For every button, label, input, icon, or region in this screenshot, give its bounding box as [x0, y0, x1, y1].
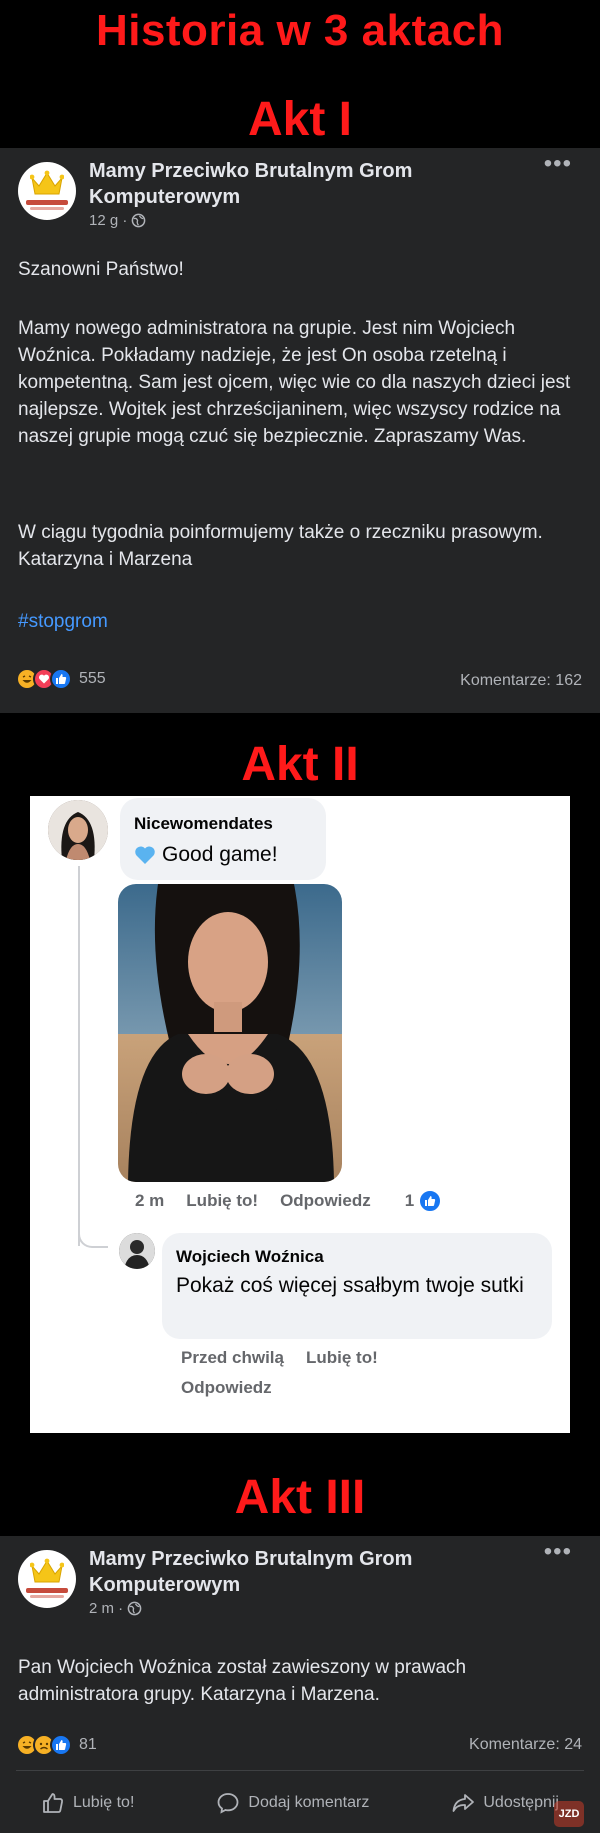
share-button-label: Udostępnij	[483, 1794, 559, 1811]
post-act-1: Mamy Przeciwko Brutalnym Grom Komputerow…	[0, 148, 600, 713]
hashtag-link[interactable]: #stopgrom	[18, 608, 582, 635]
comment-like-count[interactable]: 1	[404, 1189, 443, 1213]
post-action-bar: Lubię to! Dodaj komentarz Udostępnij	[0, 1780, 600, 1826]
group-name[interactable]: Mamy Przeciwko Brutalnym Grom Komputerow…	[89, 158, 469, 210]
act-3-title: Akt III	[234, 1471, 366, 1524]
like-button-label: Lubię to!	[73, 1794, 135, 1811]
comment-author[interactable]: Nicewomendates	[134, 814, 273, 834]
comment-reply-button[interactable]: Odpowiedz	[280, 1191, 371, 1211]
comment-bubble[interactable]: Nicewomendates Good game!	[120, 798, 326, 880]
like-icon	[418, 1189, 443, 1213]
avatar[interactable]	[48, 800, 108, 860]
add-comment-label: Dodaj komentarz	[248, 1794, 370, 1811]
group-avatar[interactable]	[18, 1550, 76, 1608]
post-time[interactable]: 2 m ·	[89, 1600, 142, 1617]
post-paragraph-1: Mamy nowego administratora na grupie. Je…	[18, 318, 571, 447]
globe-icon	[127, 1601, 142, 1616]
like-icon	[50, 668, 72, 690]
comment-time[interactable]: Przed chwilą	[181, 1348, 284, 1368]
main-title: Historia w 3 aktach	[95, 6, 505, 55]
comment-text-content: Good game!	[162, 843, 278, 866]
act-2-title: Akt II	[241, 738, 359, 791]
post-paragraph-2: W ciągu tygodnia poinformujemy także o r…	[18, 522, 543, 570]
thumbs-up-icon	[43, 1793, 63, 1813]
comments-count[interactable]: Komentarze: 24	[469, 1736, 582, 1754]
post-time-text: 12 g ·	[89, 212, 128, 229]
comment-photo[interactable]	[118, 884, 342, 1182]
share-button[interactable]: Udostępnij	[451, 1791, 559, 1815]
comment-thread-panel: Nicewomendates Good game! 2 m Lubię to! …	[30, 796, 570, 1433]
reactions-summary[interactable]: 555	[16, 668, 106, 690]
reactions-count: 81	[79, 1736, 97, 1753]
comment-author[interactable]: Wojciech Woźnica	[176, 1247, 324, 1267]
avatar[interactable]	[119, 1233, 155, 1269]
more-icon[interactable]: •••	[544, 150, 572, 178]
comment-text: Pokaż coś więcej ssałbym twoje sutki	[176, 1274, 524, 1297]
logo-band-small	[30, 1595, 64, 1598]
comment-meta: 2 m Lubię to! Odpowiedz 1	[135, 1189, 443, 1213]
blue-heart-icon	[135, 846, 155, 864]
comment-reply-button[interactable]: Odpowiedz	[181, 1378, 272, 1398]
logo-band	[26, 1588, 68, 1593]
act-1-title: Akt I	[247, 93, 352, 146]
post-time-text: 2 m ·	[89, 1600, 124, 1617]
comment-meta: Przed chwilą Lubię to!	[181, 1348, 378, 1368]
like-button[interactable]: Lubię to!	[41, 1791, 134, 1815]
share-icon	[452, 1794, 475, 1812]
action-divider	[16, 1770, 584, 1771]
post-act-3: Mamy Przeciwko Brutalnym Grom Komputerow…	[0, 1536, 600, 1833]
comment-text: Good game!	[134, 840, 278, 870]
comment-like-count-text: 1	[404, 1191, 415, 1210]
reactions-summary[interactable]: 81	[16, 1734, 97, 1756]
comment-icon	[218, 1793, 239, 1814]
logo-band	[26, 200, 68, 205]
comments-count[interactable]: Komentarze: 162	[460, 672, 582, 690]
site-watermark-logo: JZD	[554, 1801, 584, 1827]
reactions-count: 555	[79, 670, 106, 687]
crown-icon	[30, 170, 64, 195]
group-name[interactable]: Mamy Przeciwko Brutalnym Grom Komputerow…	[89, 1546, 469, 1598]
group-avatar[interactable]	[18, 162, 76, 220]
logo-band-small	[30, 207, 64, 210]
comment-like-button[interactable]: Lubię to!	[186, 1191, 258, 1211]
comment-time[interactable]: 2 m	[135, 1191, 164, 1211]
more-icon[interactable]: •••	[544, 1538, 572, 1566]
comment-like-button[interactable]: Lubię to!	[306, 1348, 378, 1368]
post-text: Pan Wojciech Woźnica został zawieszony w…	[18, 1657, 467, 1705]
thread-line	[78, 866, 80, 1246]
add-comment-button[interactable]: Dodaj komentarz	[216, 1791, 369, 1815]
comment-bubble[interactable]: Wojciech Woźnica Pokaż coś więcej ssałby…	[162, 1233, 552, 1339]
post-time[interactable]: 12 g ·	[89, 212, 146, 229]
globe-icon	[132, 213, 146, 228]
crown-icon	[30, 1558, 64, 1583]
post-greeting: Szanowni Państwo!	[18, 259, 184, 280]
like-icon	[50, 1734, 72, 1756]
thread-connector	[78, 1226, 108, 1248]
